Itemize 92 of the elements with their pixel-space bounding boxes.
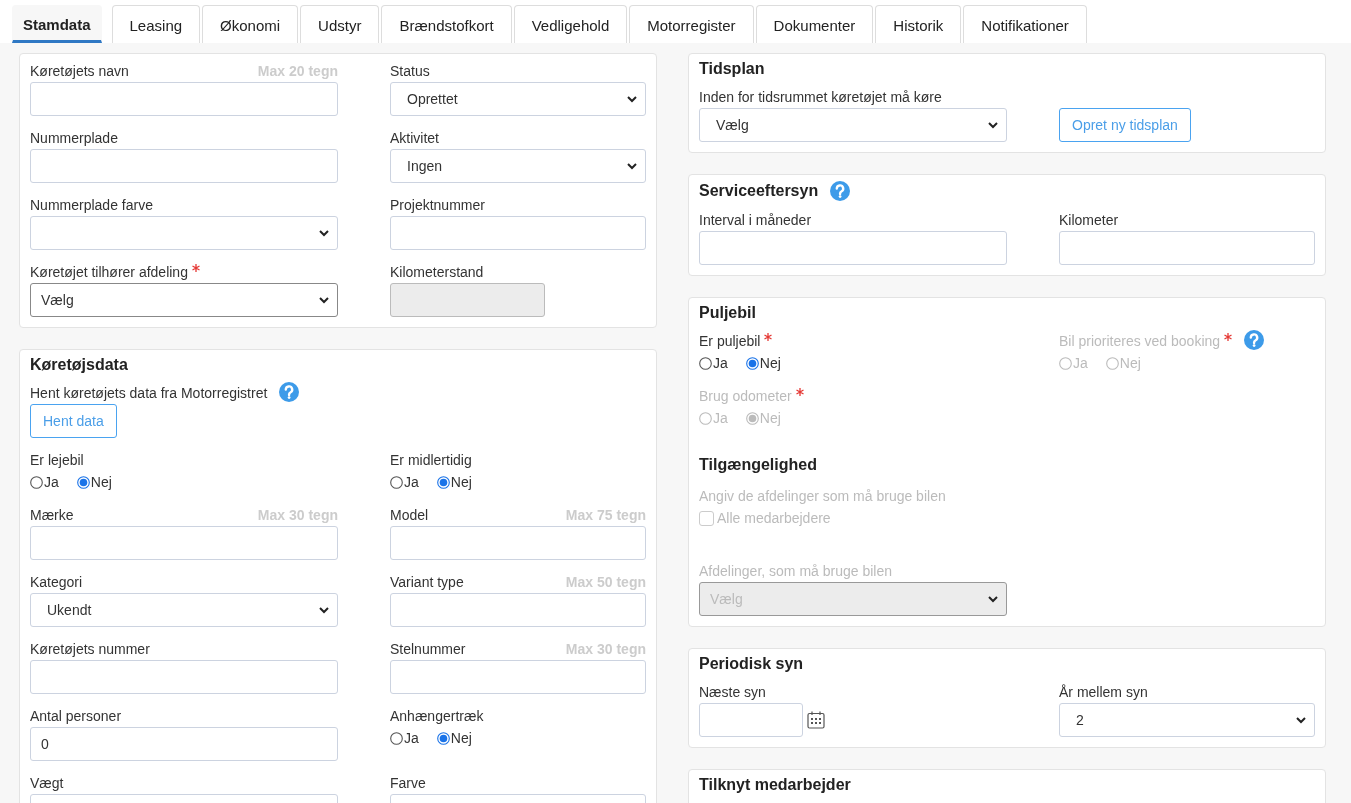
text-field[interactable] (390, 593, 646, 627)
radio-button[interactable] (745, 356, 759, 370)
dropdown[interactable]: Vælg (699, 108, 1007, 142)
panel-title: Puljebil (699, 304, 756, 322)
field-label: Afdelinger, som må bruge bilen (699, 562, 892, 581)
radio-button[interactable] (436, 475, 450, 489)
dropdown[interactable]: Vælg (30, 283, 338, 317)
tab[interactable]: Økonomi (202, 5, 299, 43)
field-label: Er lejebil (30, 451, 84, 470)
radio-label[interactable]: Nej (759, 355, 781, 371)
field-label: Kilometer (1059, 211, 1119, 230)
field-label: Variant type (390, 573, 464, 592)
field-label: Er midlertidig (390, 451, 472, 470)
section-heading: Tilgængelighed (699, 456, 818, 474)
calendar-icon[interactable] (807, 711, 825, 729)
field-label: Nummerplade (30, 129, 118, 148)
field-label: Køretøjets navn (30, 62, 129, 81)
radio-label[interactable]: Nej (450, 474, 472, 490)
field-label: Kategori (30, 573, 83, 592)
field-label: Inden for tidsrummet køretøjet må køre (699, 88, 942, 107)
tab[interactable]: Motorregister (629, 5, 754, 43)
text-field[interactable] (30, 82, 338, 116)
field-label: Hent køretøjets data fra Motorregistret (30, 384, 268, 403)
radio-label[interactable]: Ja (44, 474, 59, 490)
tab[interactable]: Stamdata (12, 5, 102, 43)
dropdown[interactable]: Ukendt (30, 593, 338, 627)
dropdown[interactable]: Ingen (390, 149, 646, 183)
chevron-icon (1296, 716, 1306, 724)
field-label: Farve (390, 774, 426, 793)
text-field[interactable] (30, 149, 338, 183)
radio-button[interactable] (76, 475, 90, 489)
field-label: Status (390, 62, 430, 81)
radio-button[interactable] (699, 356, 712, 370)
chevron-icon (319, 229, 329, 237)
chevron-icon (988, 595, 998, 603)
chevron-icon (988, 121, 998, 129)
radio-label[interactable]: Nej (90, 474, 112, 490)
field-label: Vægt (30, 774, 64, 793)
field-label: Køretøjets nummer (30, 640, 150, 659)
tab[interactable]: Brændstofkort (381, 5, 512, 43)
dropdown[interactable] (30, 216, 338, 250)
text-field[interactable] (30, 660, 338, 694)
tab[interactable]: Historik (875, 5, 962, 43)
radio-button[interactable] (30, 475, 43, 489)
panel-title: Tidsplan (699, 60, 765, 78)
field-label: Brug odometer (699, 387, 792, 406)
tab[interactable]: Leasing (111, 5, 201, 43)
dropdown[interactable]: 2 (1059, 703, 1315, 737)
radio-button[interactable] (436, 731, 450, 745)
date-field[interactable] (699, 703, 803, 737)
tab[interactable]: Notifikationer (963, 5, 1087, 43)
radio-label[interactable]: Nej (450, 730, 472, 746)
chevron-icon (319, 606, 329, 614)
text-field[interactable] (390, 526, 646, 560)
chevron-icon (627, 162, 637, 170)
panel-title: Tilknyt medarbejder (699, 776, 851, 794)
panel-title: Periodisk syn (699, 655, 804, 673)
radio-label[interactable]: Ja (404, 474, 419, 490)
field-label: Er puljebil (699, 332, 761, 351)
field-label: Kilometerstand (390, 263, 484, 282)
field-label: Køretøjet tilhører afdeling (30, 263, 188, 282)
field-label: Model (390, 506, 429, 525)
chevron-icon (627, 95, 637, 103)
text-field[interactable] (1059, 231, 1315, 265)
field-label: Projektnummer (390, 196, 485, 215)
tab[interactable]: Dokumenter (755, 5, 874, 43)
panel-title: Serviceeftersyn (699, 182, 819, 200)
field-label: Stelnummer (390, 640, 466, 659)
text-field[interactable]: 0 (30, 727, 338, 761)
chevron-icon (319, 296, 329, 304)
dropdown[interactable]: Oprettet (390, 82, 646, 116)
field-label: Næste syn (699, 683, 766, 702)
text-field[interactable] (30, 526, 338, 560)
field-label: Mærke (30, 506, 74, 525)
field-label: Aktivitet (390, 129, 439, 148)
radio-label[interactable]: Ja (404, 730, 419, 746)
field-label: Antal personer (30, 707, 122, 726)
text-field[interactable] (699, 231, 1007, 265)
field-label: Anhængertræk (390, 707, 484, 726)
field-label: År mellem syn (1059, 683, 1148, 702)
text-field[interactable] (390, 216, 646, 250)
panel-title: Køretøjsdata (30, 356, 128, 374)
tab[interactable]: Vedligehold (513, 5, 628, 43)
text-field[interactable] (390, 660, 646, 694)
tab[interactable]: Udstyr (300, 5, 380, 43)
radio-button[interactable] (390, 475, 403, 489)
radio-button[interactable] (390, 731, 403, 745)
field-label: Interval i måneder (699, 211, 812, 230)
field-label: Bil prioriteres ved booking (1059, 332, 1221, 351)
field-label: Nummerplade farve (30, 196, 153, 215)
radio-label[interactable]: Ja (713, 355, 728, 371)
field-label: Angiv de afdelinger som må bruge bilen (699, 487, 946, 506)
